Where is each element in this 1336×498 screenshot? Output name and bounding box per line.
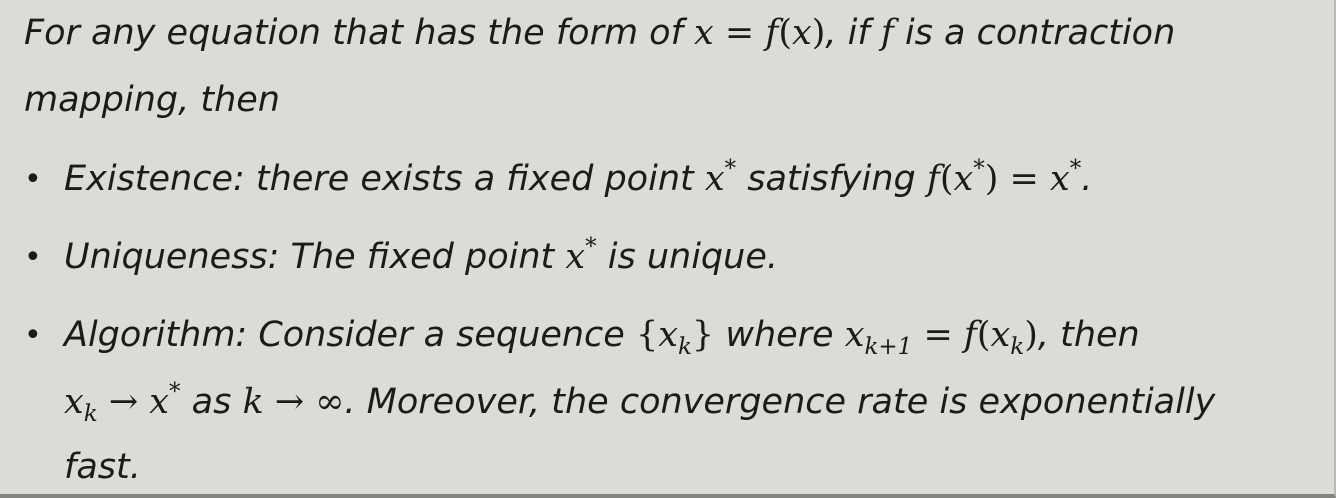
bullet-text: is unique. [596,237,778,277]
math-subscript: k [677,334,692,360]
math-subscript: k [1010,334,1025,360]
math-paren: ( [939,159,954,199]
bullet-text: satisfying [736,159,927,199]
math-x: x [844,315,865,355]
bullet-dot: • [24,240,42,275]
math-subscript: k+1 [864,334,913,360]
math-equals: = [713,13,766,53]
bullet-text: , then [1037,315,1140,355]
math-x: x [990,315,1011,355]
math-x: x [149,382,170,422]
math-subscript: k [83,401,98,427]
math-x: x [953,159,974,199]
bullet-existence: Existence: there exists a fixed point x*… [64,158,1093,199]
math-star: * [1069,156,1082,182]
math-paren: ( [778,13,792,53]
bullet-dot: • [24,162,42,197]
bullet-text: . Moreover, the convergence rate is expo… [344,382,1216,422]
math-f: f [926,159,940,199]
intro-text: , if [825,13,881,53]
intro-text: For any equation that has the form of [24,13,695,53]
math-f: f [880,13,894,53]
math-star: * [973,156,985,182]
math-paren: ) [811,13,826,53]
math-star: * [585,234,597,260]
bullet-text: Existence: there exists a fixed point [64,159,705,199]
math-x: x [64,382,84,422]
math-arrow: → [97,382,150,422]
math-paren-equals: ) = [984,159,1050,199]
intro-line-2: mapping, then [24,80,280,120]
math-f: f [765,13,779,53]
math-x: x [694,13,714,53]
math-x: x [704,159,725,199]
math-x: x [792,13,812,53]
math-x: x [565,237,586,277]
intro-line-1: For any equation that has the form of x … [24,16,1175,51]
bullet-uniqueness: Uniqueness: The fixed point x* is unique… [64,236,778,277]
slide-block: For any equation that has the form of x … [0,0,1336,498]
bullet-text: Algorithm: Consider a sequence [64,315,636,355]
bullet-text: where [714,315,845,355]
bullet-text: . [1081,159,1093,199]
math-x: x [1050,159,1070,199]
bullet-algorithm-line-3: fast. [64,447,141,487]
math-k: k [242,382,264,422]
bullet-text: as [180,382,243,422]
bullet-dot: • [24,318,42,353]
math-star: * [169,379,181,405]
math-x: x [658,315,678,355]
math-brace: { [635,315,659,355]
math-brace: } [691,315,715,355]
intro-text: is a contraction [893,13,1176,53]
math-paren: ( [976,315,991,355]
math-arrow-infinity: → ∞ [263,382,345,422]
math-equals: = [912,315,964,355]
bullet-algorithm-line-1: Algorithm: Consider a sequence {xk} wher… [64,315,1140,359]
bullet-algorithm-line-2: xk → x* as k → ∞. Moreover, the converge… [64,381,1216,426]
math-paren: ) [1024,315,1038,355]
math-f: f [963,315,977,355]
bullet-text: Uniqueness: The fixed point [64,237,566,277]
math-star: * [724,156,737,182]
